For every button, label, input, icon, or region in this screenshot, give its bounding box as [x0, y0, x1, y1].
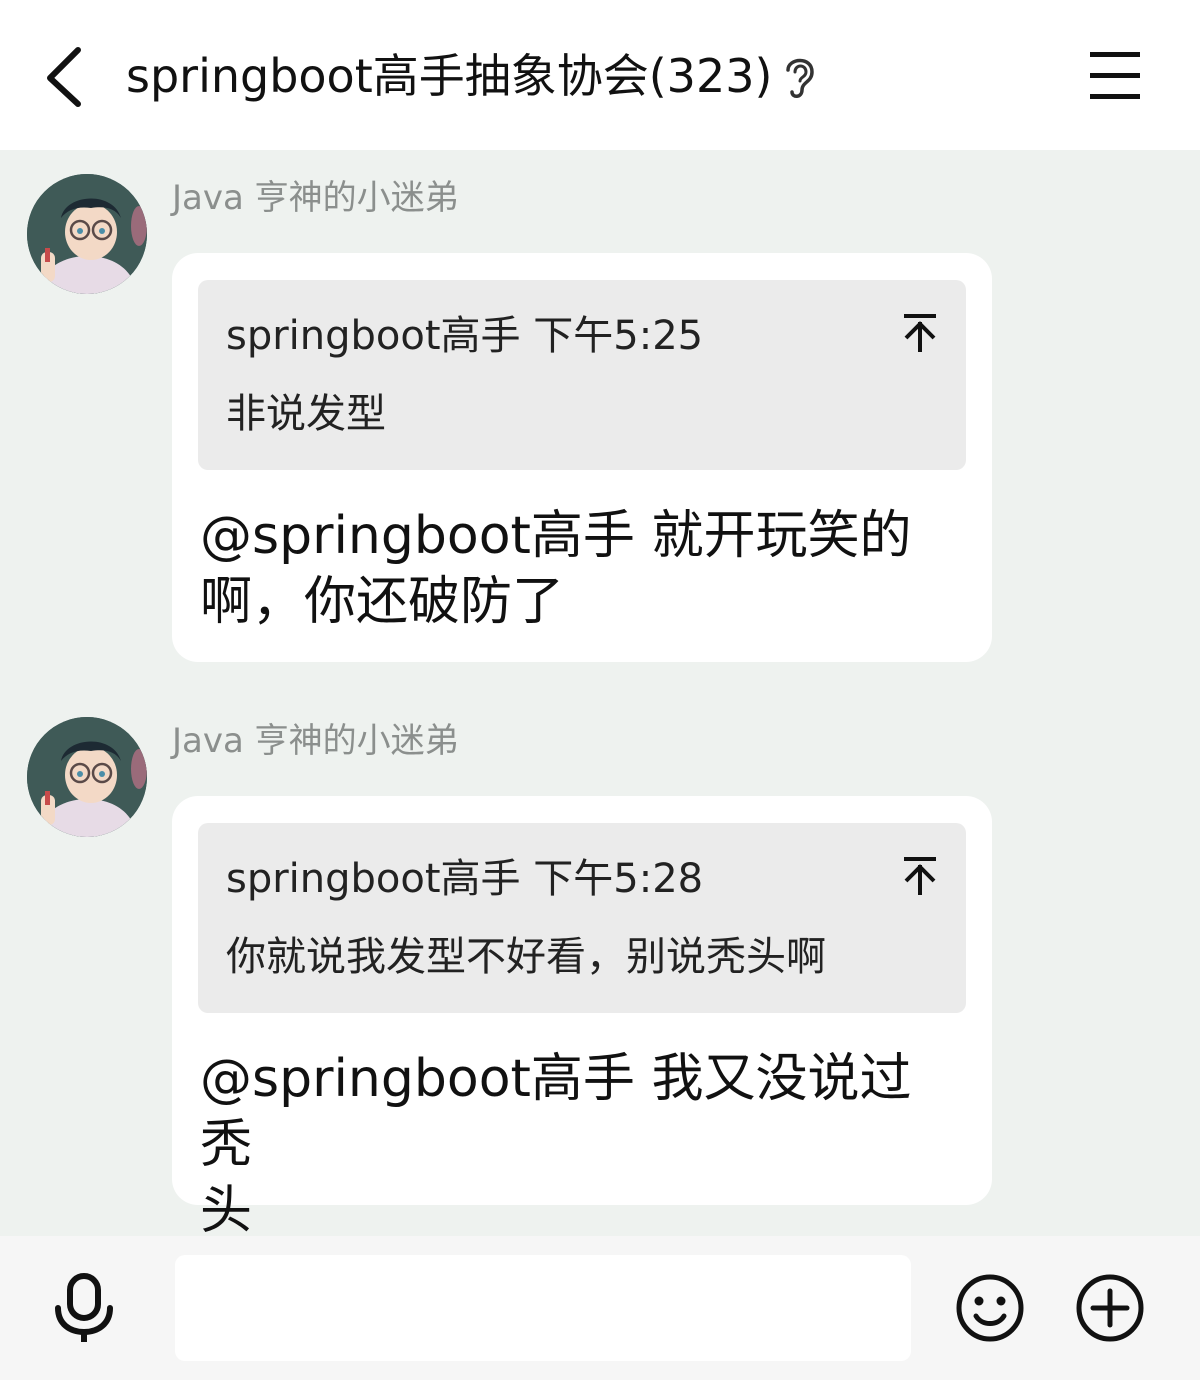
message-input[interactable]	[175, 1255, 911, 1361]
message-text-line: 头	[200, 1181, 253, 1241]
quote-text: 你就说我发型不好看，别说秃头啊	[226, 934, 826, 980]
message-text: @springboot高手 我又没说过秃 头	[200, 1046, 940, 1244]
jump-to-original-icon[interactable]	[900, 855, 940, 899]
emoji-icon	[956, 1274, 1024, 1342]
voice-button[interactable]	[50, 1272, 118, 1346]
message-bubble[interactable]: springboot高手 下午5:25 非说发型 @springboot高手 就…	[172, 253, 992, 662]
sender-name: Java 亨神的小迷弟	[172, 721, 459, 761]
ear-icon[interactable]	[780, 50, 820, 102]
back-button[interactable]	[36, 40, 96, 112]
quoted-message[interactable]: springboot高手 下午5:25 非说发型	[198, 280, 966, 470]
message-bubble[interactable]: springboot高手 下午5:28 你就说我发型不好看，别说秃头啊 @spr…	[172, 796, 992, 1241]
more-button[interactable]	[1074, 1272, 1146, 1344]
message-text: @springboot高手 就开玩笑的 啊，你还破防了	[200, 503, 940, 635]
avatar[interactable]	[27, 717, 147, 837]
jump-to-original-icon[interactable]	[900, 312, 940, 356]
message-text-line: @springboot高手 就开玩笑的	[200, 506, 912, 566]
quote-text: 非说发型	[226, 391, 386, 437]
menu-button[interactable]	[1086, 48, 1146, 104]
quote-author-time: springboot高手 下午5:25	[226, 313, 704, 359]
input-bar	[0, 1236, 1200, 1380]
sender-name: Java 亨神的小迷弟	[172, 178, 459, 218]
plus-icon	[1076, 1274, 1144, 1342]
chat-header: springboot高手抽象协会(323)	[0, 0, 1200, 150]
chat-title[interactable]: springboot高手抽象协会(323)	[126, 44, 772, 108]
message-text-line: 啊，你还破防了	[200, 572, 565, 632]
emoji-button[interactable]	[954, 1272, 1026, 1344]
quoted-message[interactable]: springboot高手 下午5:28 你就说我发型不好看，别说秃头啊	[198, 823, 966, 1013]
quote-author-time: springboot高手 下午5:28	[226, 856, 704, 902]
mic-icon	[55, 1273, 113, 1342]
back-icon	[47, 47, 81, 107]
menu-icon	[1090, 52, 1140, 99]
message-text-line: @springboot高手 我又没说过秃	[200, 1049, 912, 1175]
avatar[interactable]	[27, 174, 147, 294]
